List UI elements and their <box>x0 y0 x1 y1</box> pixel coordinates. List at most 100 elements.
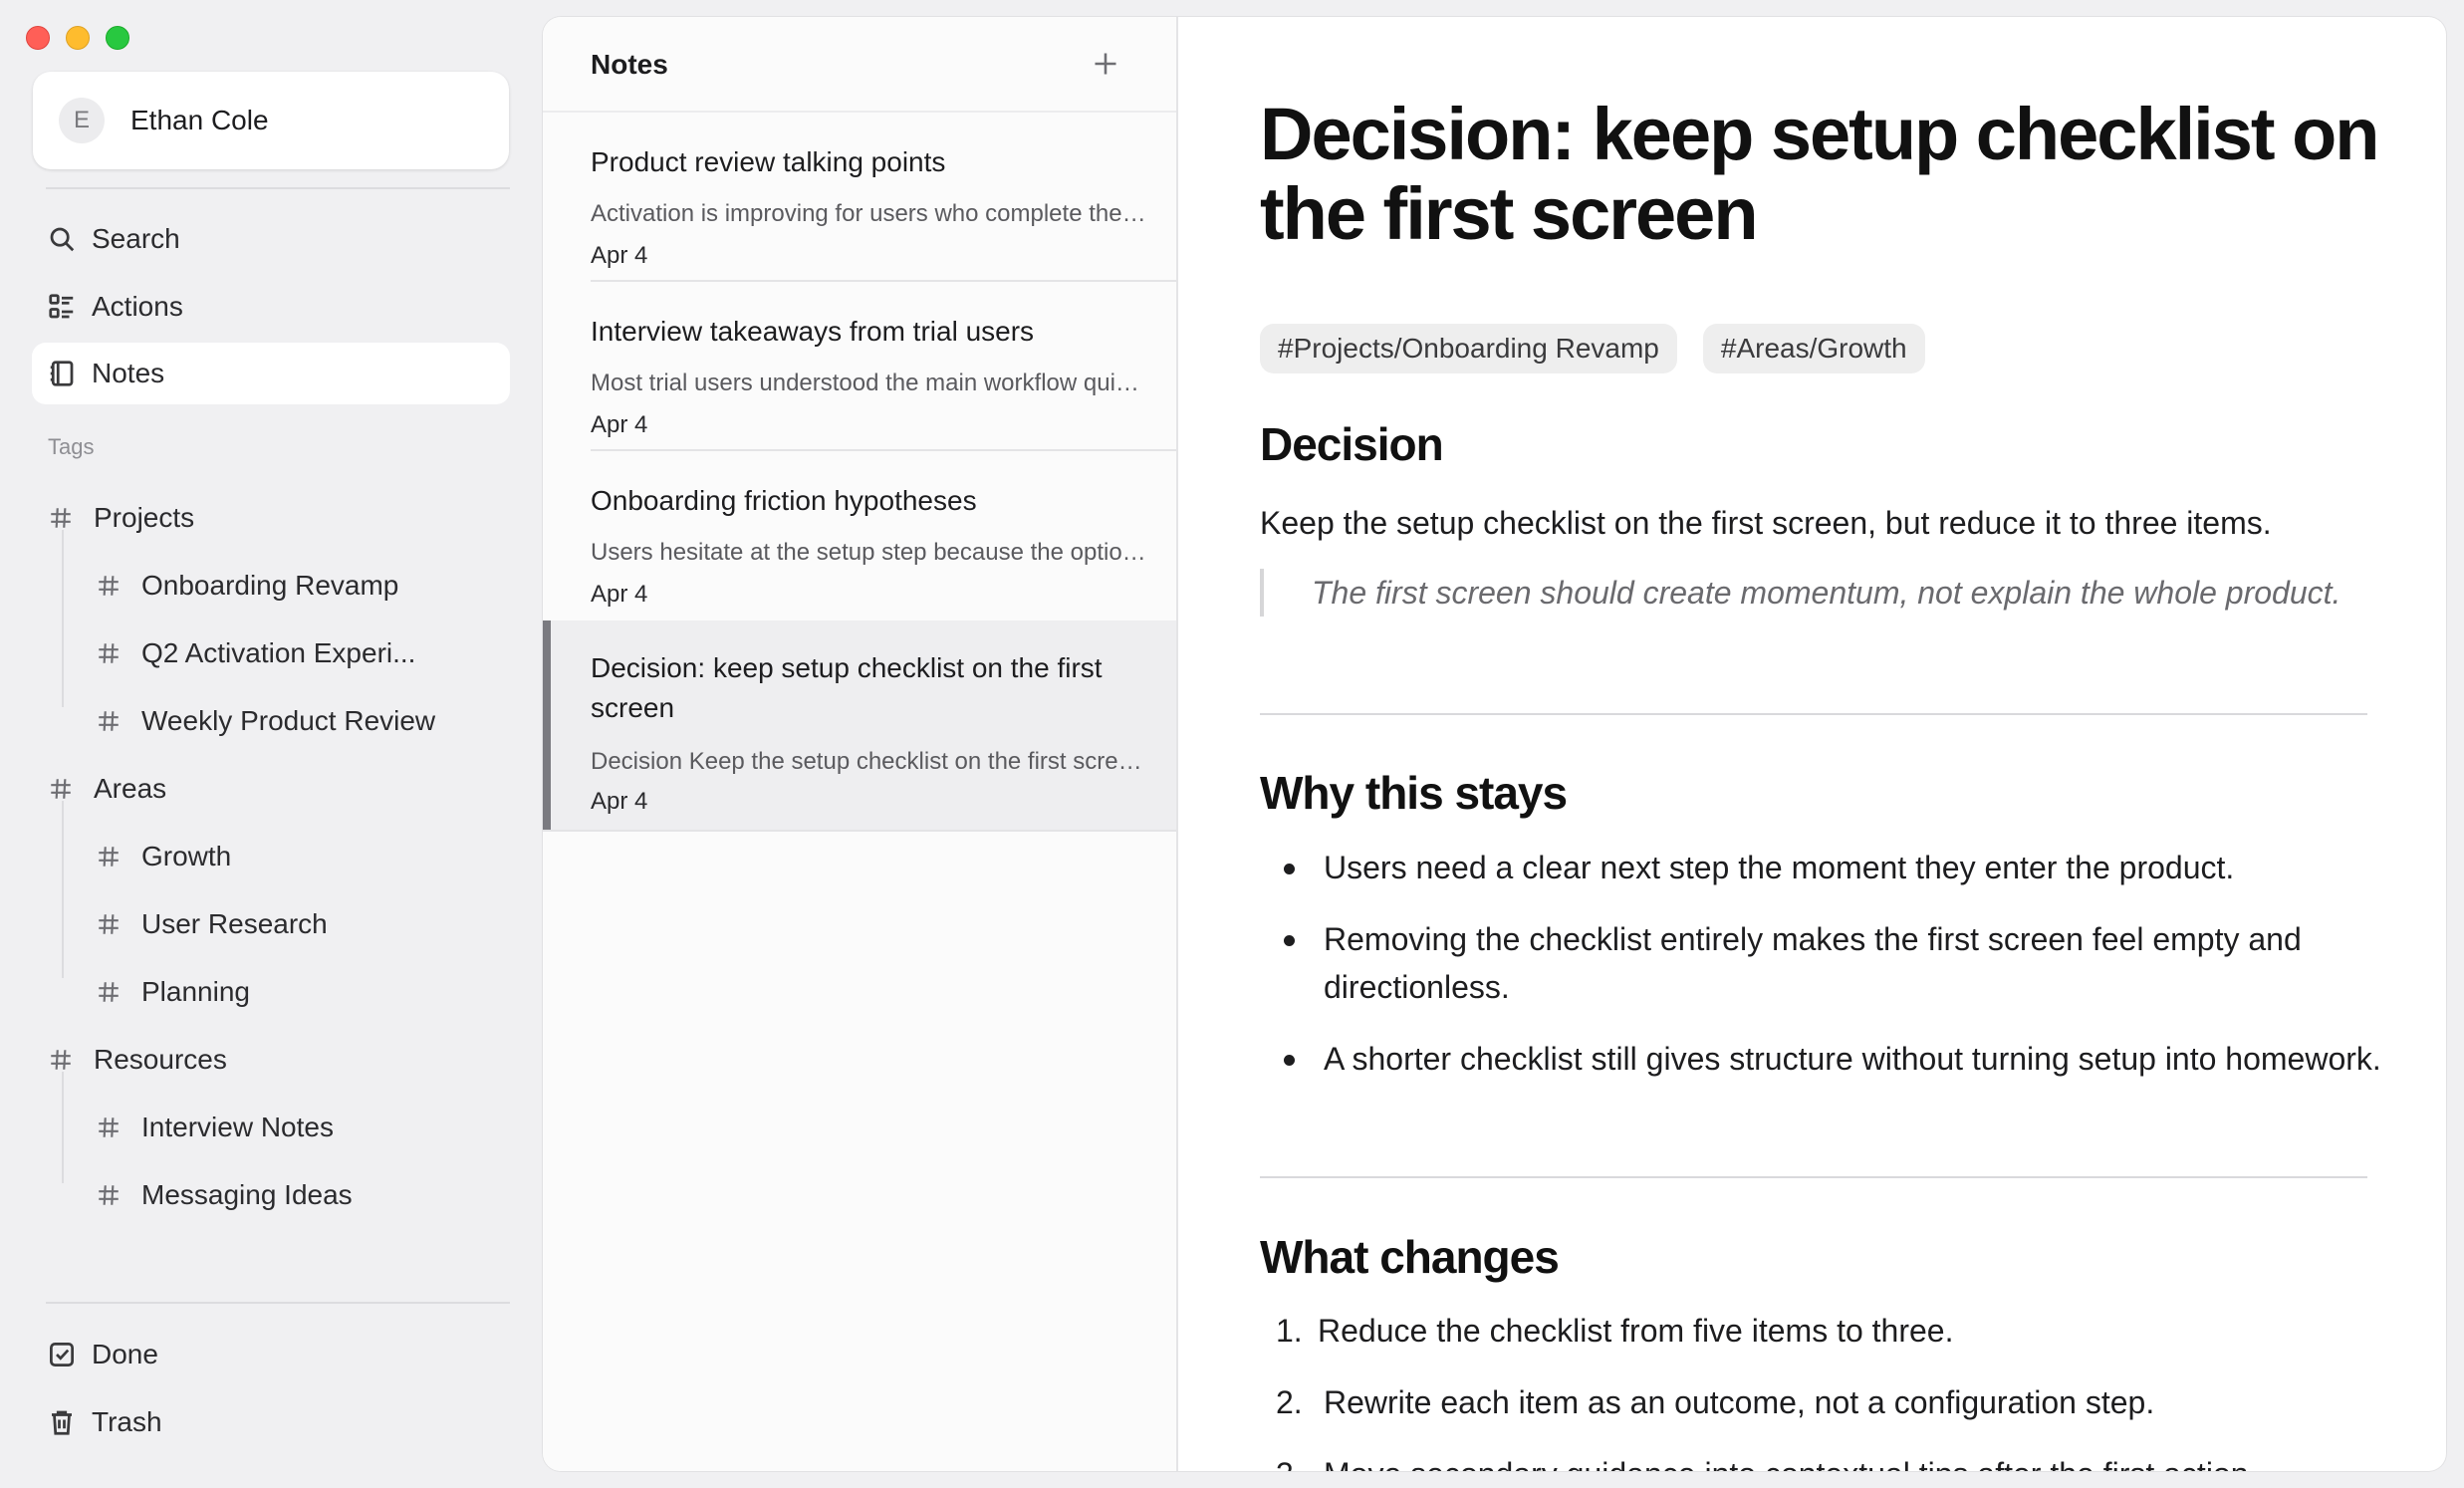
content-card: Notes Product review talking points Acti… <box>543 17 2446 1471</box>
sidebar-item-actions[interactable]: Actions <box>32 276 510 338</box>
plus-icon <box>1095 53 1116 75</box>
tree-line <box>62 801 64 978</box>
list-number: 3. <box>1276 1450 1303 1471</box>
bullet-marker <box>1284 935 1295 946</box>
section-heading: Why this stays <box>1260 767 1568 819</box>
note-preview: Most trial users understood the main wor… <box>591 370 1148 396</box>
note-date: Apr 4 <box>591 411 648 438</box>
note-preview: Decision Keep the setup checklist on the… <box>591 748 1148 775</box>
note-date: Apr 4 <box>591 581 648 608</box>
note-date: Apr 4 <box>591 788 648 815</box>
sidebar: E Ethan Cole Search Actions Notes Tags P… <box>0 0 543 1488</box>
note-preview: Users hesitate at the setup step because… <box>591 539 1148 566</box>
hash-icon <box>94 842 123 871</box>
note-divider <box>591 449 1176 451</box>
hash-icon <box>46 1045 76 1075</box>
tag-label: Onboarding Revamp <box>141 570 399 601</box>
note-list-panel: Notes Product review talking points Acti… <box>543 17 1178 1471</box>
trash-icon <box>46 1406 78 1438</box>
tag-item-areas[interactable]: Areas <box>46 761 166 817</box>
section-heading: Decision <box>1260 418 1444 470</box>
tag-item-projects[interactable]: Projects <box>46 490 194 546</box>
note-preview: Activation is improving for users who co… <box>591 200 1148 227</box>
sidebar-item-search[interactable]: Search <box>32 208 510 270</box>
tag-chip[interactable]: #Projects/Onboarding Revamp <box>1260 324 1677 373</box>
sidebar-item-done[interactable]: Done <box>32 1324 510 1385</box>
tree-line <box>62 530 64 707</box>
hash-icon <box>46 503 76 533</box>
note-title: Onboarding friction hypotheses <box>591 485 977 516</box>
hash-icon <box>94 977 123 1007</box>
blockquote: The first screen should create momentum,… <box>1260 569 2385 617</box>
note-divider <box>591 280 1176 282</box>
sidebar-item-label: Search <box>92 223 180 254</box>
hash-icon <box>94 638 123 668</box>
list-item-text: Rewrite each item as an outcome, not a c… <box>1324 1384 2155 1420</box>
list-number: 1. <box>1276 1313 1303 1349</box>
bullet-marker <box>1284 864 1295 874</box>
sidebar-item-label: Trash <box>92 1406 162 1437</box>
tag-item-user-research[interactable]: User Research <box>94 896 328 952</box>
tag-label: Projects <box>94 502 195 533</box>
note-date: Apr 4 <box>591 242 648 269</box>
note-title: Interview takeaways from trial users <box>591 316 1035 347</box>
account-name: Ethan Cole <box>130 105 269 135</box>
horizontal-rule <box>1260 713 2367 715</box>
tag-item-resources[interactable]: Resources <box>46 1032 227 1088</box>
tag-chip[interactable]: #Areas/Growth <box>1702 324 1925 373</box>
tag-item-planning[interactable]: Planning <box>94 964 250 1020</box>
tag-label: Growth <box>141 841 232 871</box>
tag-label: Areas <box>94 773 167 804</box>
list-item-text: Reduce the checklist from five items to … <box>1318 1313 1954 1349</box>
hash-icon <box>94 1113 123 1142</box>
list-number: 2. <box>1276 1384 1303 1420</box>
list-item-text: Removing the checklist entirely makes th… <box>1324 921 2302 1005</box>
note-list-item[interactable]: Onboarding friction hypotheses Users hes… <box>543 453 1176 622</box>
tag-item-growth[interactable]: Growth <box>94 829 231 884</box>
note-divider <box>543 830 1176 832</box>
bullet-marker <box>1284 1055 1295 1066</box>
tag-label: Q2 Activation Experi... <box>141 637 416 668</box>
tag-item-onboarding-revamp[interactable]: Onboarding Revamp <box>94 558 398 614</box>
hash-icon <box>94 706 123 736</box>
tag-label: Messaging Ideas <box>141 1179 353 1210</box>
sidebar-item-notes[interactable]: Notes <box>32 343 510 404</box>
sidebar-divider <box>46 187 510 189</box>
notebook-icon <box>46 358 78 389</box>
checklist-icon <box>46 291 78 323</box>
account-card[interactable]: E Ethan Cole <box>33 72 509 169</box>
note-title: Product review talking points <box>591 146 946 177</box>
tag-label: Resources <box>94 1044 227 1075</box>
note-list-item-selected[interactable]: Decision: keep setup checklist on the fi… <box>543 620 1176 830</box>
sidebar-item-trash[interactable]: Trash <box>32 1391 510 1453</box>
avatar: E <box>59 98 105 143</box>
tag-item-weekly-product-review[interactable]: Weekly Product Review <box>94 693 435 749</box>
numbered-list-item: 2. Rewrite each item as an outcome, not … <box>1260 1378 2385 1426</box>
bullet-list-item: A shorter checklist still gives structur… <box>1260 1035 2385 1083</box>
note-list-title: Notes <box>591 49 668 80</box>
sidebar-item-label: Actions <box>92 291 183 322</box>
section-heading: What changes <box>1260 1231 1560 1283</box>
note-list-header: Notes <box>543 17 1176 113</box>
document-title[interactable]: Decision: keep setup checklist on the fi… <box>1260 95 2395 254</box>
tag-label: Planning <box>141 976 250 1007</box>
bullet-list-item: Removing the checklist entirely makes th… <box>1260 915 2385 1011</box>
hash-icon <box>94 909 123 939</box>
tag-label: User Research <box>141 908 328 939</box>
list-item-text: Move secondary guidance into contextual … <box>1324 1456 2257 1471</box>
sidebar-item-label: Notes <box>92 358 165 388</box>
hash-icon <box>94 571 123 601</box>
note-list-item[interactable]: Interview takeaways from trial users Mos… <box>543 284 1176 453</box>
note-title: Decision: keep setup checklist on the fi… <box>591 652 1103 723</box>
tag-label: Interview Notes <box>141 1112 334 1142</box>
tag-item-messaging-ideas[interactable]: Messaging Ideas <box>94 1167 353 1223</box>
add-note-button[interactable] <box>1089 47 1122 81</box>
document-tags: #Projects/Onboarding Revamp #Areas/Growt… <box>1260 324 1925 373</box>
hash-icon <box>46 774 76 804</box>
tag-item-interview-notes[interactable]: Interview Notes <box>94 1100 334 1155</box>
checkbox-icon <box>46 1339 78 1370</box>
note-list-item[interactable]: Product review talking points Activation… <box>543 115 1176 284</box>
bullet-list-item: Users need a clear next step the moment … <box>1260 844 2385 891</box>
note-editor[interactable]: Decision: keep setup checklist on the fi… <box>1178 17 2446 1471</box>
tag-item-q2-activation[interactable]: Q2 Activation Experi... <box>94 625 415 681</box>
